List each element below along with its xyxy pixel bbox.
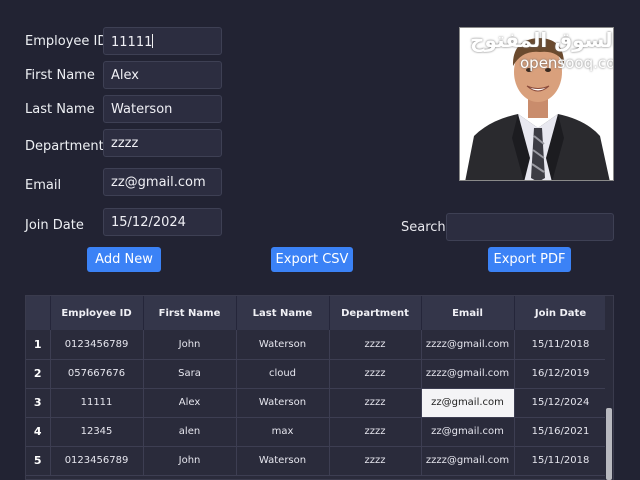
table-cell[interactable]: 15/12/2024	[514, 388, 608, 418]
row-number: 4	[26, 417, 51, 447]
employee-id-value: 11111	[111, 35, 153, 50]
table-cell[interactable]: John	[143, 330, 237, 360]
table-cell[interactable]: 12345	[50, 417, 144, 447]
table-cell[interactable]: max	[236, 417, 330, 447]
row-number: 2	[26, 359, 51, 389]
employee-photo: السوق المفتوح opensooq.com	[459, 27, 614, 181]
email-label: Email	[25, 178, 62, 193]
selected-table-cell[interactable]: zz@gmail.com	[421, 388, 515, 418]
table-cell[interactable]: 0123456789	[50, 446, 144, 476]
last-name-field[interactable]: Waterson	[103, 95, 222, 123]
search-input[interactable]	[446, 213, 614, 241]
add-new-button[interactable]: Add New	[87, 247, 161, 272]
table-cell[interactable]: 057667676	[50, 359, 144, 389]
table-cell[interactable]: zzzz@gmail.com	[421, 330, 515, 360]
table-cell[interactable]: 15/11/2018	[514, 446, 608, 476]
row-number: 5	[26, 446, 51, 476]
column-header[interactable]: Employee ID	[50, 296, 144, 330]
table-cell[interactable]: Waterson	[236, 330, 330, 360]
table-cell[interactable]: Waterson	[236, 388, 330, 418]
column-header[interactable]: Department	[329, 296, 422, 330]
table-cell[interactable]: 15/16/2021	[514, 417, 608, 447]
table-cell[interactable]: zzzz@gmail.com	[421, 359, 515, 389]
department-field[interactable]: zzzz	[103, 129, 222, 157]
table-cell[interactable]: 0123456789	[50, 330, 144, 360]
table-cell[interactable]: 11111	[50, 388, 144, 418]
join-date-label: Join Date	[25, 218, 84, 233]
export-csv-button[interactable]: Export CSV	[271, 247, 353, 272]
table-row[interactable]: 4 12345 alen max zzzz zz@gmail.com 15/16…	[26, 417, 608, 447]
search-label: Search	[401, 220, 446, 235]
email-field[interactable]: zz@gmail.com	[103, 168, 222, 196]
table-cell[interactable]: Waterson	[236, 446, 330, 476]
employee-id-field[interactable]: 11111	[103, 27, 222, 55]
join-date-field[interactable]: 15/12/2024	[103, 208, 222, 236]
watermark-arabic: السوق المفتوح	[470, 28, 614, 52]
row-number: 1	[26, 330, 51, 360]
column-header[interactable]: First Name	[143, 296, 237, 330]
table-cell[interactable]: zz@gmail.com	[421, 417, 515, 447]
table-cell[interactable]: zzzz	[329, 359, 422, 389]
employee-table: Employee ID First Name Last Name Departm…	[25, 295, 614, 480]
first-name-label: First Name	[25, 68, 95, 83]
table-cell[interactable]: 16/12/2019	[514, 359, 608, 389]
department-label: Department	[25, 139, 104, 154]
table-cell[interactable]: alen	[143, 417, 237, 447]
column-header[interactable]: Email	[421, 296, 515, 330]
watermark-latin: opensooq.com	[520, 54, 613, 72]
table-row[interactable]: 5 0123456789 John Waterson zzzz zzzz@gma…	[26, 446, 608, 476]
table-header-row: Employee ID First Name Last Name Departm…	[26, 296, 608, 330]
employee-id-label: Employee ID	[25, 34, 108, 49]
table-row[interactable]: 2 057667676 Sara cloud zzzz zzzz@gmail.c…	[26, 359, 608, 389]
scrollbar-thumb[interactable]	[606, 408, 612, 480]
export-pdf-button[interactable]: Export PDF	[488, 247, 571, 272]
row-number-header[interactable]	[26, 296, 51, 330]
table-cell[interactable]: Sara	[143, 359, 237, 389]
text-caret	[152, 34, 154, 48]
table-cell[interactable]: zzzz	[329, 417, 422, 447]
table-cell[interactable]: zzzz	[329, 446, 422, 476]
table-cell[interactable]: zzzz	[329, 330, 422, 360]
table-cell[interactable]: zzzz@gmail.com	[421, 446, 515, 476]
table-row[interactable]: 3 11111 Alex Waterson zzzz zz@gmail.com …	[26, 388, 608, 418]
table-cell[interactable]: Alex	[143, 388, 237, 418]
column-header[interactable]: Last Name	[236, 296, 330, 330]
first-name-field[interactable]: Alex	[103, 61, 222, 89]
table-row[interactable]: 1 0123456789 John Waterson zzzz zzzz@gma…	[26, 330, 608, 360]
table-vertical-scrollbar[interactable]	[605, 296, 613, 480]
row-number: 3	[26, 388, 51, 418]
table-cell[interactable]: cloud	[236, 359, 330, 389]
table-cell[interactable]: 15/11/2018	[514, 330, 608, 360]
table-cell[interactable]: zzzz	[329, 388, 422, 418]
column-header[interactable]: Join Date	[514, 296, 608, 330]
table-cell[interactable]: John	[143, 446, 237, 476]
last-name-label: Last Name	[25, 102, 95, 117]
